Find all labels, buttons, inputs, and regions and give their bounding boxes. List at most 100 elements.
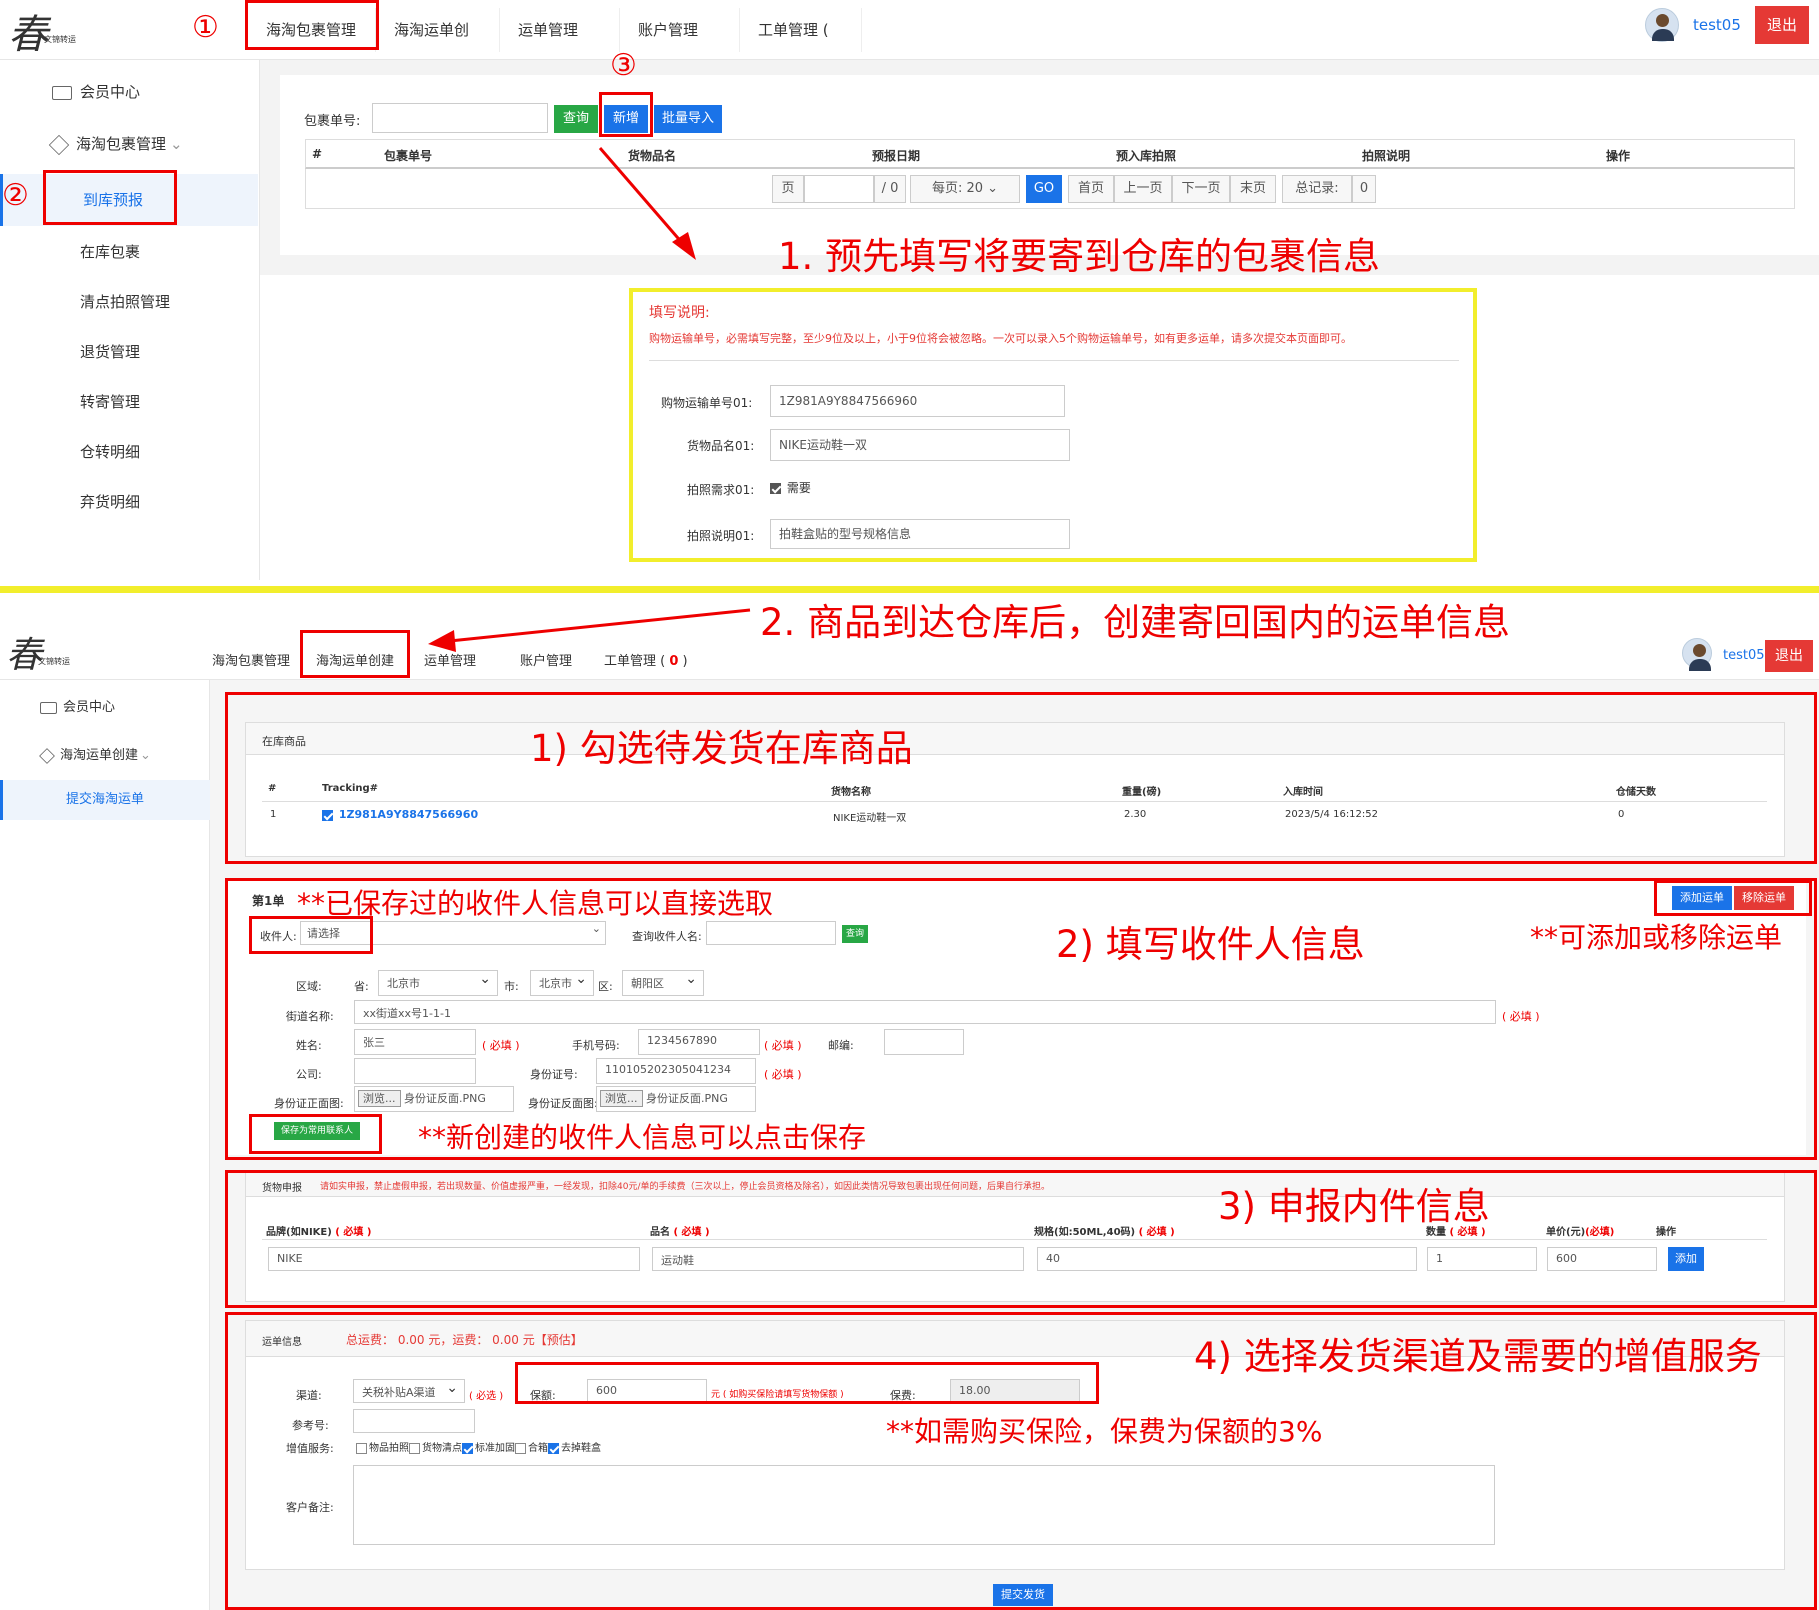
box-icon [39, 747, 55, 764]
highlight-save-contact [249, 1114, 382, 1154]
photo-desc-label: 拍照说明01: [687, 529, 755, 543]
pager-last[interactable]: 末页 [1230, 175, 1276, 203]
th-photo-desc: 拍照说明 [1362, 149, 1411, 163]
username-2[interactable]: test05 [1723, 648, 1765, 663]
id-card-icon [52, 85, 72, 100]
highlight-stock [225, 692, 1817, 864]
highlight-insurance [515, 1362, 1099, 1404]
logo-sub-2: 文锦转运 [38, 657, 70, 666]
tab2-package-manage[interactable]: 海淘包裹管理 [212, 650, 290, 669]
sidebar: 会员中心 海淘包裹管理 ⌄ 到库预报 在库包裹 清点拍照管理 退货管理 转寄管理 … [0, 60, 260, 580]
sidebar-item-photo[interactable]: 清点拍照管理 [0, 282, 258, 322]
pager-page-input[interactable] [804, 175, 874, 203]
package-table-header: # 包裹单号 货物品名 预报日期 预入库拍照 拍照说明 操作 [305, 139, 1795, 169]
chevron-down-icon: ⌄ [987, 181, 999, 196]
logout-button[interactable]: 退出 [1755, 6, 1809, 44]
logo: 春 文锦转运 [6, 2, 86, 58]
annotation-sub1: 1) 勾选待发货在库商品 [530, 727, 913, 770]
sidebar-group-label: 海淘包裹管理 [76, 135, 167, 153]
tab-waybill-manage[interactable]: 运单管理 [500, 8, 620, 52]
circle-3: ③ [610, 48, 637, 83]
pager: 页 / 0 每页: 20 ⌄ GO 首页 上一页 下一页 末页 总记录: 0 [772, 175, 1412, 203]
package-no-label: 包裹单号: [304, 114, 361, 129]
batch-import-button[interactable]: 批量导入 [654, 105, 722, 133]
sidebar2-member-center[interactable]: 会员中心 [40, 696, 115, 715]
avatar[interactable] [1645, 8, 1679, 42]
username[interactable]: test05 [1693, 16, 1741, 34]
circle-2: ② [2, 178, 29, 213]
th-operation: 操作 [1606, 149, 1631, 163]
th-pre-photo: 预入库拍照 [1116, 149, 1177, 163]
pager-per-page[interactable]: 每页: 20 ⌄ [910, 175, 1020, 203]
highlight-sidebar-forecast [43, 170, 177, 225]
annotation-sub3: 3) 申报内件信息 [1218, 1185, 1490, 1228]
highlight-declare [225, 1170, 1817, 1308]
tab-ticket-label: 工单管理 [758, 21, 819, 39]
pager-page-label: 页 [772, 175, 804, 203]
sidebar-member-center-label: 会员中心 [80, 83, 141, 101]
highlight-recipient-select [249, 916, 373, 954]
sidebar-item-abandon[interactable]: 弃货明细 [0, 482, 258, 522]
annotation-step2: 2. 商品到达仓库后，创建寄回国内的运单信息 [760, 601, 1511, 644]
photo-desc-input[interactable]: 拍鞋盒贴的型号规格信息 [770, 519, 1070, 549]
pager-go-button[interactable]: GO [1026, 175, 1062, 203]
avatar-2[interactable] [1682, 638, 1712, 671]
sidebar-2: 会员中心 海淘运单创建 ⌄ 提交海淘运单 [0, 680, 210, 1610]
divider [649, 360, 1459, 361]
th-index: # [312, 147, 323, 161]
goods-input[interactable]: NIKE运动鞋一双 [770, 429, 1070, 461]
logo-sub: 文锦转运 [44, 35, 76, 44]
tracking-label: 购物运输单号01: [661, 396, 753, 410]
pager-per-page-value: 20 [966, 181, 984, 196]
annotation-sub4: 4) 选择发货渠道及需要的增值服务 [1194, 1335, 1762, 1378]
annotation-insurance: **如需购买保险，保费为保额的3% [886, 1415, 1323, 1448]
pager-row: 页 / 0 每页: 20 ⌄ GO 首页 上一页 下一页 末页 总记录: 0 [305, 169, 1795, 209]
sidebar-group-package[interactable]: 海淘包裹管理 ⌄ [0, 122, 258, 166]
arrow-step1 [598, 147, 696, 260]
circle-1: ① [192, 10, 219, 45]
tab-ticket-manage[interactable]: 工单管理 ( 0 ) [740, 8, 862, 83]
sidebar2-group[interactable]: 海淘运单创建 ⌄ [39, 744, 151, 764]
form-hint-title: 填写说明: [649, 305, 710, 321]
highlight-tab2 [300, 630, 410, 678]
sidebar2-group-label: 海淘运单创建 [60, 748, 139, 763]
chevron-down-icon: ⌄ [140, 748, 151, 763]
sidebar-member-center[interactable]: 会员中心 [0, 72, 258, 112]
logo-char-2: 春 [6, 635, 43, 676]
pager-first[interactable]: 首页 [1068, 175, 1114, 203]
logout-button-2[interactable]: 退出 [1765, 640, 1813, 672]
query-button[interactable]: 查询 [554, 105, 598, 133]
tab-order-create[interactable]: 海淘运单创建 [376, 8, 500, 83]
annotation-add-remove: **可添加或移除运单 [1530, 921, 1783, 954]
pager-total-label: 总记录: [1282, 175, 1352, 203]
tracking-input[interactable]: 1Z981A9Y8847566960 [770, 385, 1065, 417]
sidebar2-item-submit[interactable]: 提交海淘运单 [0, 780, 210, 820]
box-icon [48, 134, 70, 155]
package-no-input[interactable] [372, 103, 548, 133]
highlight-order-buttons [1654, 880, 1812, 916]
highlight-tab1 [245, 0, 379, 50]
pager-prev[interactable]: 上一页 [1114, 175, 1172, 203]
logo-char: 春 [8, 12, 48, 58]
sidebar-item-in-stock[interactable]: 在库包裹 [0, 232, 258, 272]
tab-account-manage[interactable]: 账户管理 [620, 8, 740, 52]
photo-req-checkbox[interactable]: 需要 [770, 479, 811, 496]
pager-next[interactable]: 下一页 [1172, 175, 1230, 203]
arrow-step2 [428, 608, 751, 652]
annotation-sub2: 2) 填写收件人信息 [1056, 923, 1365, 966]
annotation-save-new: **新创建的收件人信息可以点击保存 [418, 1121, 867, 1154]
sidebar2-member-center-label: 会员中心 [63, 700, 116, 715]
photo-req-value: 需要 [786, 481, 811, 495]
photo-req-label: 拍照需求01: [687, 483, 755, 497]
pager-per-page-label: 每页: [931, 181, 963, 196]
highlight-add-button [599, 92, 653, 137]
sidebar-item-forward[interactable]: 转寄管理 [0, 382, 258, 422]
id-card-icon [40, 701, 57, 714]
chevron-down-icon: ⌄ [170, 135, 183, 153]
sidebar-item-return[interactable]: 退货管理 [0, 332, 258, 372]
form-hint-desc: 购物运输单号，必需填写完整，至少9位及以上，小于9位将会被忽略。一次可以录入5个… [649, 332, 1352, 345]
sidebar-item-transfer[interactable]: 仓转明细 [0, 432, 258, 472]
annotation-step1: 1. 预先填写将要寄到仓库的包裹信息 [778, 235, 1381, 278]
logo-2: 春 文锦转运 [4, 626, 84, 676]
goods-label: 货物品名01: [687, 439, 755, 453]
